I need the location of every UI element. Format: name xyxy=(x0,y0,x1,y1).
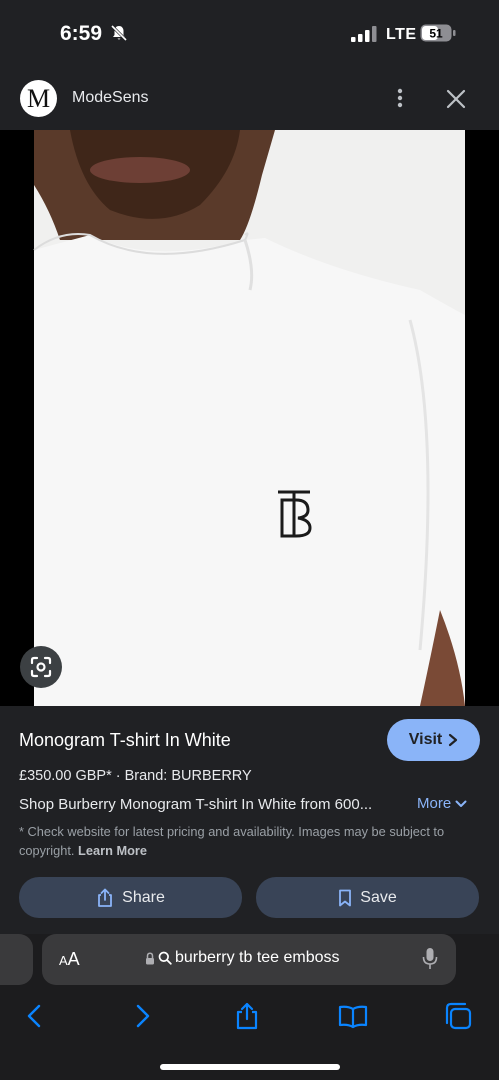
disclaimer: * Check website for latest pricing and a… xyxy=(19,822,479,860)
share-icon xyxy=(98,888,113,907)
address-center: burberry tb tee emboss xyxy=(145,949,340,967)
more-vertical-icon[interactable] xyxy=(390,86,410,110)
price-brand-line: £350.00 GBP* · Brand: BURBERRY xyxy=(19,768,252,784)
more-button[interactable]: More xyxy=(417,795,467,812)
source-name[interactable]: ModeSens xyxy=(72,89,149,107)
home-indicator xyxy=(160,1064,340,1070)
search-icon xyxy=(158,951,172,965)
forward-icon[interactable] xyxy=(127,1001,157,1031)
battery-icon: 51 xyxy=(420,24,456,42)
lock-icon xyxy=(146,951,154,964)
previous-tab-stub[interactable] xyxy=(0,934,33,985)
close-icon[interactable] xyxy=(444,87,468,111)
product-image[interactable] xyxy=(0,130,499,706)
text-size-button[interactable]: AA xyxy=(59,949,80,970)
bookmarks-icon[interactable] xyxy=(338,1001,368,1031)
address-text: burberry tb tee emboss xyxy=(175,949,340,966)
battery-level: 51 xyxy=(429,27,443,41)
product-brand: Brand: BURBERRY xyxy=(124,768,252,784)
tabs-icon[interactable] xyxy=(443,1001,473,1031)
back-icon[interactable] xyxy=(20,1001,50,1031)
save-label: Save xyxy=(360,888,397,906)
share-button[interactable]: Share xyxy=(19,877,242,918)
lens-button[interactable] xyxy=(20,646,62,688)
visit-label: Visit xyxy=(408,731,443,748)
microphone-icon[interactable] xyxy=(422,947,438,971)
lens-icon xyxy=(30,656,52,678)
product-photo xyxy=(0,130,499,706)
aa-small: A xyxy=(59,953,68,968)
save-button[interactable]: Save xyxy=(256,877,479,918)
product-info-panel: Monogram T-shirt In White Visit £350.00 … xyxy=(0,706,499,934)
source-logo[interactable]: M xyxy=(20,80,57,117)
address-bar[interactable]: AA burberry tb tee emboss xyxy=(42,934,456,985)
share-label: Share xyxy=(122,888,165,906)
source-logo-letter: M xyxy=(26,83,51,113)
visit-button[interactable]: Visit xyxy=(387,719,480,761)
browser-toolbar: AA burberry tb tee emboss xyxy=(0,934,499,1080)
status-time: 6:59 xyxy=(60,22,103,45)
learn-more-link[interactable]: Learn More xyxy=(78,843,147,858)
source-header: M ModeSens xyxy=(0,70,499,130)
chevron-right-icon xyxy=(449,733,458,747)
network-type: LTE xyxy=(386,26,417,43)
chevron-down-icon xyxy=(455,800,467,807)
product-price: £350.00 GBP* xyxy=(19,768,112,784)
bell-slash-icon xyxy=(110,24,128,42)
product-description: Shop Burberry Monogram T-shirt In White … xyxy=(19,796,373,813)
bookmark-icon xyxy=(339,889,352,906)
signal-icon xyxy=(351,26,377,42)
product-title[interactable]: Monogram T-shirt In White xyxy=(19,730,231,751)
aa-big: A xyxy=(67,949,80,969)
more-label: More xyxy=(417,795,452,812)
share-sheet-icon[interactable] xyxy=(232,1001,262,1031)
status-bar: 6:59 LTE 51 xyxy=(0,0,499,70)
